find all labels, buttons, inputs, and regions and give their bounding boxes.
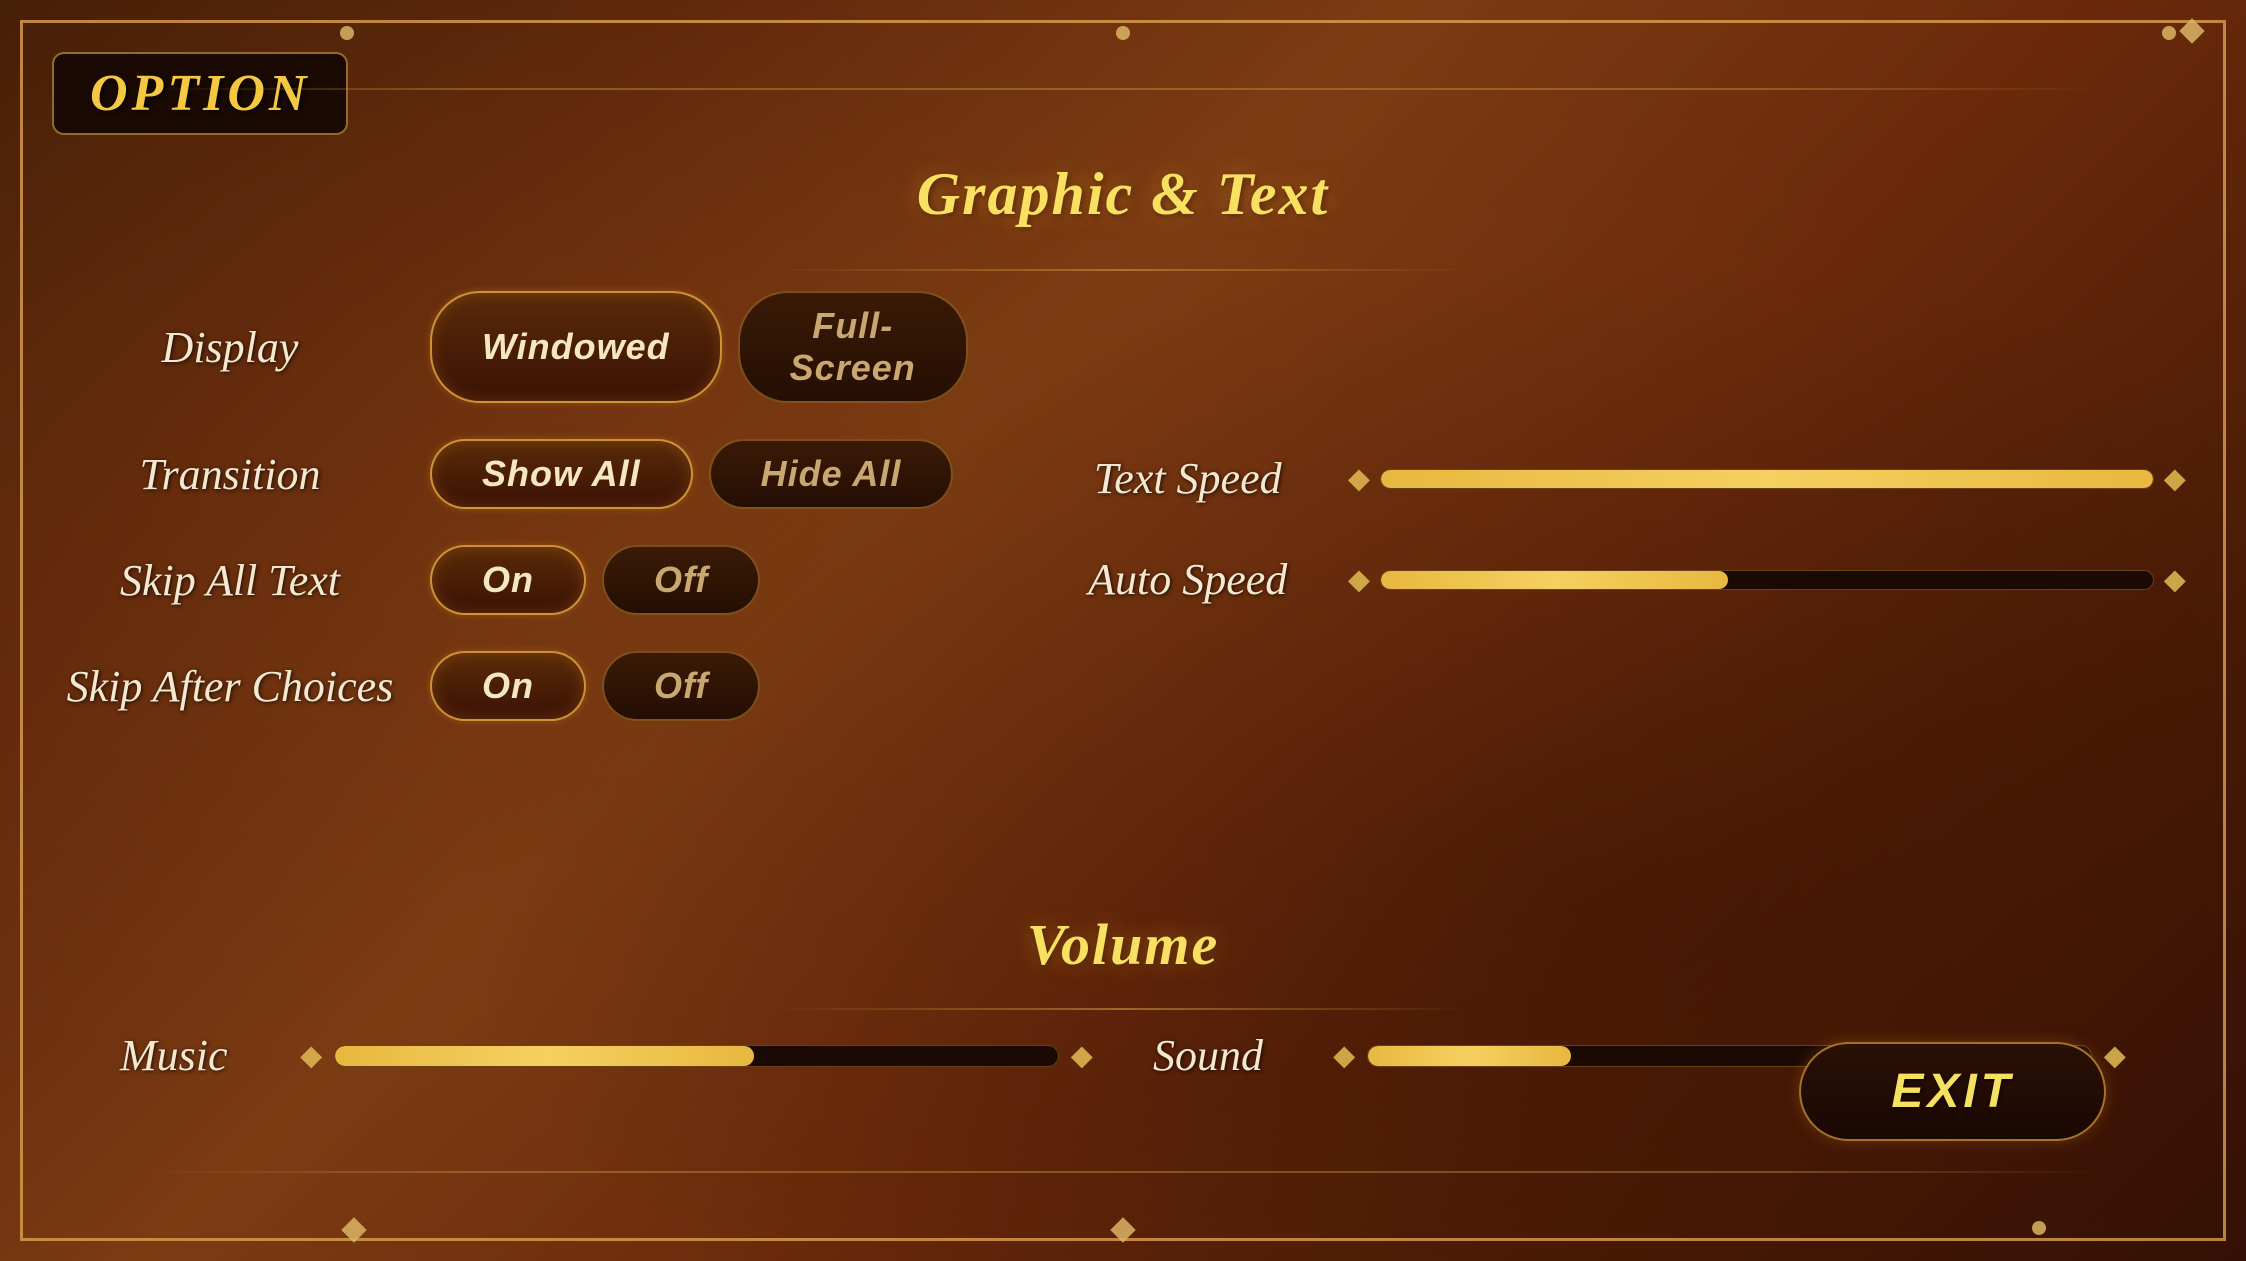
exit-btn-wrap: EXIT — [1799, 1042, 2106, 1141]
music-slider-wrap: ⬥ ⬥ — [300, 1037, 1093, 1075]
display-btn-group: Windowed Full-Screen — [430, 291, 968, 403]
music-left-arrow: ⬥ — [300, 1037, 322, 1075]
auto-speed-fill — [1381, 571, 1728, 589]
option-title: OPTION — [52, 52, 348, 135]
skip-after-choices-off-btn[interactable]: Off — [602, 651, 760, 721]
deco-line-top — [40, 88, 2206, 90]
skip-all-text-btn-group: On Off — [430, 545, 760, 615]
exit-button[interactable]: EXIT — [1799, 1042, 2106, 1141]
skip-all-text-off-btn[interactable]: Off — [602, 545, 760, 615]
music-right-arrow: ⬥ — [1071, 1037, 1093, 1075]
main-panel: Graphic & Text Display Windowed Full-Scr… — [60, 140, 2186, 1201]
deco-dot-top-right — [2162, 26, 2176, 40]
right-column: Text Speed ⬥ ⬥ Auto Speed ⬥ — [1048, 291, 2186, 757]
option-title-wrap: OPTION — [52, 52, 348, 135]
auto-speed-right-arrow: ⬥ — [2164, 561, 2186, 599]
music-volume-item: Music ⬥ ⬥ — [120, 1030, 1093, 1081]
deco-dot-top-left — [340, 26, 354, 40]
volume-title: Volume — [120, 911, 2126, 978]
deco-dot-bottom-right — [2032, 1221, 2046, 1235]
text-speed-left-arrow: ⬥ — [1348, 460, 1370, 498]
auto-speed-slider-wrap: ⬥ ⬥ — [1348, 561, 2186, 599]
left-column: Display Windowed Full-Screen Transition … — [60, 291, 968, 757]
section-divider — [773, 269, 1473, 271]
text-speed-right-arrow: ⬥ — [2164, 460, 2186, 498]
skip-all-text-label: Skip All Text — [60, 555, 400, 606]
skip-after-choices-btn-group: On Off — [430, 651, 760, 721]
skip-all-text-row: Skip All Text On Off — [60, 545, 968, 615]
auto-speed-row: Auto Speed ⬥ ⬥ — [1048, 554, 2186, 605]
settings-grid: Display Windowed Full-Screen Transition … — [60, 291, 2186, 757]
text-speed-track[interactable] — [1380, 469, 2153, 489]
graphic-text-section: Graphic & Text Display Windowed Full-Scr… — [60, 140, 2186, 757]
deco-dot-top-mid — [1116, 26, 1130, 40]
music-label: Music — [120, 1030, 280, 1081]
transition-btn-group: Show All Hide All — [430, 439, 953, 509]
sound-right-arrow: ⬥ — [2104, 1037, 2126, 1075]
auto-speed-left-arrow: ⬥ — [1348, 561, 1370, 599]
display-windowed-btn[interactable]: Windowed — [430, 291, 722, 403]
music-fill — [335, 1046, 754, 1066]
music-track[interactable] — [334, 1045, 1058, 1067]
text-speed-slider-wrap: ⬥ ⬥ — [1348, 460, 2186, 498]
skip-after-choices-label: Skip After Choices — [60, 661, 400, 712]
auto-speed-track[interactable] — [1380, 570, 2153, 590]
volume-divider — [773, 1008, 1473, 1010]
skip-after-choices-row: Skip After Choices On Off — [60, 651, 968, 721]
transition-show-all-btn[interactable]: Show All — [430, 439, 693, 509]
text-speed-fill — [1381, 470, 2152, 488]
skip-after-choices-on-btn[interactable]: On — [430, 651, 586, 721]
sound-fill — [1368, 1046, 1570, 1066]
auto-speed-label: Auto Speed — [1048, 554, 1328, 605]
text-speed-row: Text Speed ⬥ ⬥ — [1048, 453, 2186, 504]
display-label: Display — [60, 322, 400, 373]
transition-row: Transition Show All Hide All — [60, 439, 968, 509]
transition-label: Transition — [60, 449, 400, 500]
text-speed-label: Text Speed — [1048, 453, 1328, 504]
graphic-text-title: Graphic & Text — [60, 160, 2186, 229]
display-row: Display Windowed Full-Screen — [60, 291, 968, 403]
sound-left-arrow: ⬥ — [1333, 1037, 1355, 1075]
deco-line-bottom — [40, 1171, 2206, 1173]
transition-hide-all-btn[interactable]: Hide All — [709, 439, 954, 509]
skip-all-text-on-btn[interactable]: On — [430, 545, 586, 615]
display-fullscreen-btn[interactable]: Full-Screen — [738, 291, 968, 403]
sound-label: Sound — [1153, 1030, 1313, 1081]
